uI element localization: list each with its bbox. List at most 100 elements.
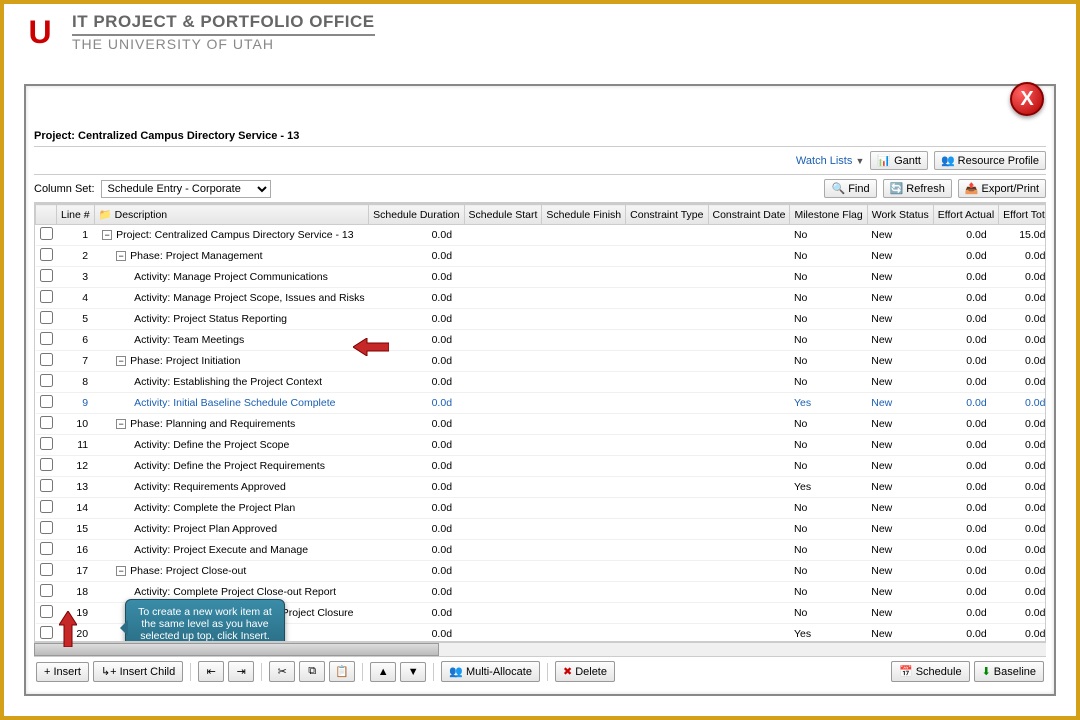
duration-cell[interactable]: 0.0d (369, 540, 464, 561)
duration-cell[interactable]: 0.0d (369, 498, 464, 519)
gantt-button[interactable]: 📊Gantt (870, 151, 928, 170)
row-checkbox[interactable] (40, 563, 53, 576)
work-status-cell[interactable]: New (867, 246, 933, 267)
finish-cell[interactable] (542, 372, 626, 393)
duration-cell[interactable]: 0.0d (369, 582, 464, 603)
description-cell[interactable]: −Phase: Project Management (94, 246, 369, 267)
duration-cell[interactable]: 0.0d (369, 456, 464, 477)
col-effort-actual[interactable]: Effort Actual (933, 205, 998, 225)
table-row[interactable]: 9Activity: Initial Baseline Schedule Com… (36, 393, 1047, 414)
constraint-date-cell[interactable] (708, 372, 790, 393)
row-checkbox[interactable] (40, 416, 53, 429)
col-desc[interactable]: 📁 Description (94, 205, 369, 225)
description-cell[interactable]: −Phase: Project Initiation (94, 351, 369, 372)
work-status-cell[interactable]: New (867, 225, 933, 246)
effort-actual-cell[interactable]: 0.0d (933, 246, 998, 267)
effort-total-cell[interactable]: 0.0d (999, 351, 1046, 372)
effort-actual-cell[interactable]: 0.0d (933, 393, 998, 414)
work-status-cell[interactable]: New (867, 288, 933, 309)
refresh-button[interactable]: 🔄Refresh (883, 179, 952, 198)
effort-total-cell[interactable]: 0.0d (999, 540, 1046, 561)
milestone-cell[interactable]: No (790, 435, 867, 456)
effort-actual-cell[interactable]: 0.0d (933, 477, 998, 498)
start-cell[interactable] (464, 477, 542, 498)
duration-cell[interactable]: 0.0d (369, 288, 464, 309)
start-cell[interactable] (464, 288, 542, 309)
milestone-cell[interactable]: No (790, 561, 867, 582)
table-row[interactable]: 10−Phase: Planning and Requirements0.0dN… (36, 414, 1047, 435)
description-cell[interactable]: Activity: Initial Baseline Schedule Comp… (94, 393, 369, 414)
milestone-cell[interactable]: No (790, 414, 867, 435)
constraint-type-cell[interactable] (626, 372, 708, 393)
constraint-date-cell[interactable] (708, 477, 790, 498)
baseline-button[interactable]: ⬇Baseline (974, 661, 1044, 682)
table-row[interactable]: 5Activity: Project Status Reporting0.0dN… (36, 309, 1047, 330)
milestone-cell[interactable]: No (790, 372, 867, 393)
effort-actual-cell[interactable]: 0.0d (933, 435, 998, 456)
description-cell[interactable]: Activity: Manage Project Scope, Issues a… (94, 288, 369, 309)
row-checkbox[interactable] (40, 605, 53, 618)
table-row[interactable]: 2−Phase: Project Management0.0dNoNew0.0d… (36, 246, 1047, 267)
row-checkbox[interactable] (40, 584, 53, 597)
row-checkbox[interactable] (40, 395, 53, 408)
grid-wrap[interactable]: Line # 📁 Description Schedule Duration S… (34, 203, 1046, 642)
milestone-cell[interactable]: No (790, 288, 867, 309)
duration-cell[interactable]: 0.0d (369, 246, 464, 267)
effort-total-cell[interactable]: 0.0d (999, 267, 1046, 288)
table-row[interactable]: 17−Phase: Project Close-out0.0dNoNew0.0d… (36, 561, 1047, 582)
start-cell[interactable] (464, 309, 542, 330)
row-checkbox[interactable] (40, 521, 53, 534)
milestone-cell[interactable]: Yes (790, 477, 867, 498)
milestone-cell[interactable]: No (790, 225, 867, 246)
constraint-date-cell[interactable] (708, 540, 790, 561)
start-cell[interactable] (464, 330, 542, 351)
work-status-cell[interactable]: New (867, 414, 933, 435)
description-cell[interactable]: Activity: Complete the Project Plan (94, 498, 369, 519)
constraint-type-cell[interactable] (626, 225, 708, 246)
constraint-type-cell[interactable] (626, 330, 708, 351)
description-cell[interactable]: −Phase: Planning and Requirements (94, 414, 369, 435)
effort-actual-cell[interactable]: 0.0d (933, 351, 998, 372)
milestone-cell[interactable]: No (790, 603, 867, 624)
duration-cell[interactable]: 0.0d (369, 603, 464, 624)
collapse-icon[interactable]: − (116, 566, 126, 576)
constraint-date-cell[interactable] (708, 267, 790, 288)
description-cell[interactable]: Activity: Manage Project Communications (94, 267, 369, 288)
effort-actual-cell[interactable]: 0.0d (933, 288, 998, 309)
schedule-button[interactable]: 📅Schedule (891, 661, 970, 682)
start-cell[interactable] (464, 351, 542, 372)
finish-cell[interactable] (542, 330, 626, 351)
constraint-type-cell[interactable] (626, 582, 708, 603)
col-start[interactable]: Schedule Start (464, 205, 542, 225)
constraint-date-cell[interactable] (708, 288, 790, 309)
table-row[interactable]: 3Activity: Manage Project Communications… (36, 267, 1047, 288)
column-set-select[interactable]: Schedule Entry - Corporate (101, 180, 271, 198)
effort-total-cell[interactable]: 0.0d (999, 414, 1046, 435)
finish-cell[interactable] (542, 603, 626, 624)
description-cell[interactable]: Activity: Project Plan Approved (94, 519, 369, 540)
effort-actual-cell[interactable]: 0.0d (933, 540, 998, 561)
description-cell[interactable]: Activity: Project Status Reporting (94, 309, 369, 330)
start-cell[interactable] (464, 225, 542, 246)
finish-cell[interactable] (542, 288, 626, 309)
constraint-type-cell[interactable] (626, 519, 708, 540)
table-row[interactable]: 1−Project: Centralized Campus Directory … (36, 225, 1047, 246)
milestone-cell[interactable]: Yes (790, 393, 867, 414)
table-row[interactable]: 15Activity: Project Plan Approved0.0dNoN… (36, 519, 1047, 540)
description-cell[interactable]: Activity: Define the Project Requirement… (94, 456, 369, 477)
watch-lists-link[interactable]: Watch Lists ▼ (796, 155, 864, 167)
table-row[interactable]: 6Activity: Team Meetings0.0dNoNew0.0d0.0… (36, 330, 1047, 351)
milestone-cell[interactable]: No (790, 582, 867, 603)
duration-cell[interactable]: 0.0d (369, 477, 464, 498)
start-cell[interactable] (464, 519, 542, 540)
duration-cell[interactable]: 0.0d (369, 414, 464, 435)
work-status-cell[interactable]: New (867, 519, 933, 540)
milestone-cell[interactable]: No (790, 351, 867, 372)
effort-total-cell[interactable]: 0.0d (999, 582, 1046, 603)
table-row[interactable]: 7−Phase: Project Initiation0.0dNoNew0.0d… (36, 351, 1047, 372)
finish-cell[interactable] (542, 351, 626, 372)
table-row[interactable]: 13Activity: Requirements Approved0.0dYes… (36, 477, 1047, 498)
constraint-type-cell[interactable] (626, 477, 708, 498)
constraint-date-cell[interactable] (708, 561, 790, 582)
constraint-date-cell[interactable] (708, 393, 790, 414)
